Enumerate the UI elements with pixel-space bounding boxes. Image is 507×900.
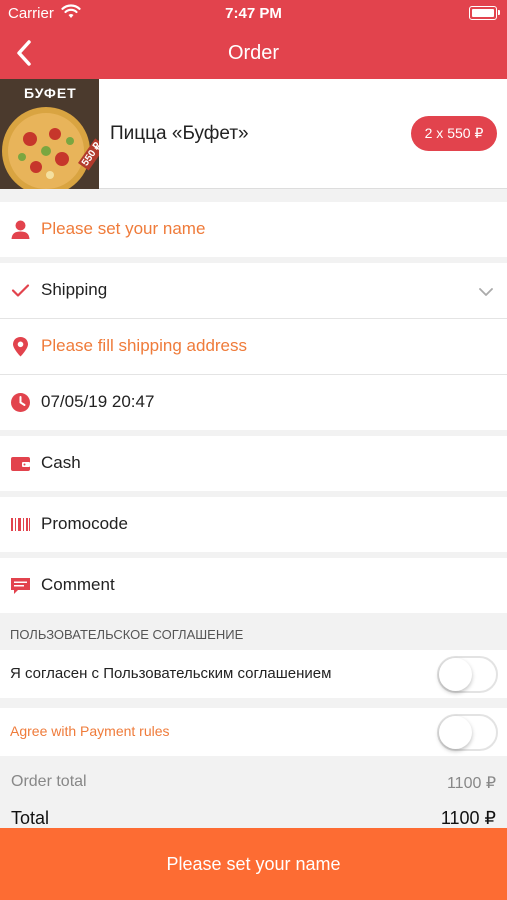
payment-rules-row: Agree with Payment rules [0, 708, 507, 756]
user-agreement-toggle[interactable] [437, 656, 498, 693]
promocode-row[interactable]: Promocode [0, 497, 507, 552]
product-row[interactable]: БУФЕТ 550 ₽ Пицца «Буфет» 2 x 550 ₽ [0, 79, 507, 189]
toggle-knob [439, 658, 472, 691]
delivery-method-label: Shipping [41, 280, 108, 299]
payment-rules-label[interactable]: Agree with Payment rules [10, 723, 170, 739]
datetime-value: 07/05/19 20:47 [41, 392, 155, 411]
name-field-row[interactable]: Please set your name [0, 202, 507, 257]
comment-label: Comment [41, 575, 115, 594]
checkmark-icon [10, 280, 31, 301]
status-bar: Carrier 7:47 PM [0, 0, 507, 28]
name-prompt: Please set your name [41, 219, 206, 238]
nav-bar: Order [0, 28, 507, 79]
quantity-price-badge[interactable]: 2 x 550 ₽ [411, 116, 497, 151]
promocode-label: Promocode [41, 514, 128, 533]
clock-icon [10, 392, 31, 413]
submit-order-button[interactable]: Please set your name [0, 828, 507, 900]
user-agreement-label[interactable]: Я согласен с Пользовательским соглашение… [10, 665, 331, 682]
order-total-label: Order total [11, 773, 87, 790]
page-title: Order [227, 42, 280, 64]
comment-icon [10, 575, 31, 596]
comment-row[interactable]: Comment [0, 558, 507, 613]
agreement-section-title: ПОЛЬЗОВАТЕЛЬСКОЕ СОГЛАШЕНИЕ [10, 627, 244, 642]
user-agreement-row: Я согласен с Пользовательским соглашение… [0, 650, 507, 698]
order-total-value: 1100 ₽ [446, 775, 496, 792]
wallet-icon [10, 453, 31, 474]
total-value: 1100 ₽ [440, 808, 496, 828]
thumbnail-caption: БУФЕТ [24, 85, 77, 101]
toggle-knob [439, 716, 472, 749]
address-prompt: Please fill shipping address [41, 336, 248, 355]
person-icon [10, 219, 31, 240]
delivery-method-row[interactable]: Shipping [0, 263, 507, 318]
chevron-down-icon[interactable] [479, 284, 493, 302]
status-time: 7:47 PM [225, 5, 282, 22]
datetime-row[interactable]: 07/05/19 20:47 [0, 375, 507, 430]
product-thumbnail: БУФЕТ 550 ₽ [0, 79, 99, 189]
total-label: Total [11, 808, 50, 828]
battery-icon [469, 6, 500, 20]
location-pin-icon [10, 336, 31, 357]
payment-method-label: Cash [41, 453, 81, 472]
payment-rules-toggle[interactable] [437, 714, 498, 751]
payment-method-row[interactable]: Cash [0, 436, 507, 491]
product-name: Пицца «Буфет» [110, 123, 249, 144]
order-totals: Order total 1100 ₽ Total 1100 ₽ [0, 760, 507, 828]
barcode-icon [10, 514, 31, 535]
address-field-row[interactable]: Please fill shipping address [0, 319, 507, 374]
